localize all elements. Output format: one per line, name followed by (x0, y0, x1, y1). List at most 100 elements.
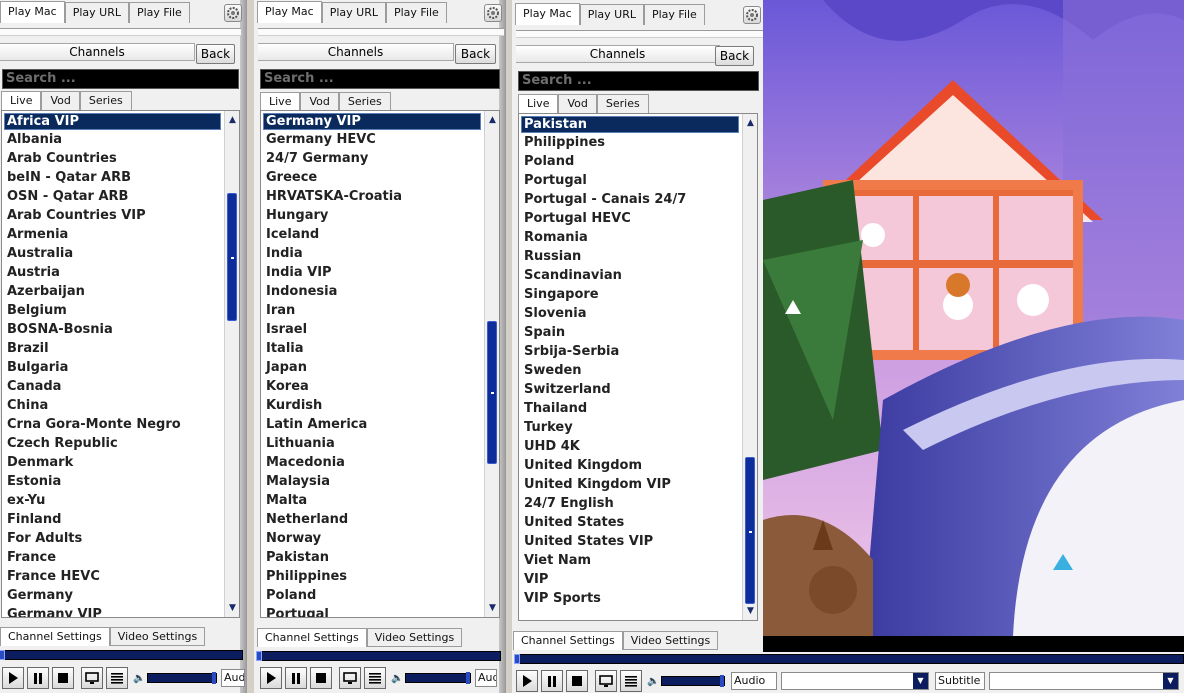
tab-vod[interactable]: Vod (41, 91, 80, 110)
channel-item[interactable]: Singapore (519, 285, 741, 304)
volume-slider[interactable] (405, 672, 471, 684)
scrollbar-thumb[interactable] (487, 321, 497, 464)
monitor-icon[interactable] (595, 670, 617, 692)
channel-item[interactable]: For Adults (2, 529, 223, 548)
tab-play-mac[interactable]: Play Mac (0, 1, 65, 23)
channel-item[interactable]: Bulgaria (2, 358, 223, 377)
pause-icon[interactable] (541, 670, 563, 692)
scrollbar[interactable]: ▲ ▼ (224, 111, 239, 617)
channel-item[interactable]: Turkey (519, 418, 741, 437)
channel-item[interactable]: Poland (519, 152, 741, 171)
scrollbar-thumb[interactable] (227, 193, 237, 322)
back-button[interactable]: Back (715, 46, 754, 66)
tab-channel-settings[interactable]: Channel Settings (0, 627, 110, 646)
channel-item[interactable]: Portugal HEVC (519, 209, 741, 228)
monitor-icon[interactable] (339, 667, 361, 689)
channel-item[interactable]: 24/7 English (519, 494, 741, 513)
volume-slider[interactable] (661, 675, 725, 687)
play-icon[interactable] (516, 670, 538, 692)
channel-item[interactable]: Thailand (519, 399, 741, 418)
channel-item[interactable]: Austria (2, 263, 223, 282)
tab-video-settings[interactable]: Video Settings (109, 627, 206, 646)
channel-item[interactable]: Albania (2, 130, 223, 149)
channel-item[interactable]: Poland (261, 586, 483, 605)
back-button[interactable]: Back (455, 44, 496, 64)
playlist-icon[interactable] (620, 670, 642, 692)
stop-icon[interactable] (310, 667, 332, 689)
channel-item[interactable]: Italia (261, 339, 483, 358)
speaker-icon[interactable]: 🔈 (133, 673, 145, 684)
scroll-up-icon[interactable]: ▲ (743, 116, 757, 130)
channel-item-selected[interactable]: Africa VIP (4, 113, 221, 130)
channel-item[interactable]: Sweden (519, 361, 741, 380)
monitor-icon[interactable] (81, 667, 103, 689)
stop-icon[interactable] (52, 667, 74, 689)
tab-channel-settings[interactable]: Channel Settings (257, 628, 367, 647)
channel-item[interactable]: China (2, 396, 223, 415)
channel-item[interactable]: Netherland (261, 510, 483, 529)
channel-item[interactable]: United Kingdom (519, 456, 741, 475)
gear-icon[interactable] (484, 4, 502, 22)
channel-item[interactable]: India VIP (261, 263, 483, 282)
channel-item[interactable]: VIP (519, 570, 741, 589)
stop-icon[interactable] (566, 670, 588, 692)
back-button[interactable]: Back (196, 44, 235, 64)
tab-play-file[interactable]: Play File (128, 2, 190, 23)
tab-play-file[interactable]: Play File (643, 4, 705, 25)
scrollbar-thumb[interactable] (745, 457, 755, 604)
channel-item[interactable]: United States VIP (519, 532, 741, 551)
channel-item[interactable]: Malaysia (261, 472, 483, 491)
tab-series[interactable]: Series (596, 94, 649, 113)
tab-play-url[interactable]: Play URL (321, 2, 386, 23)
channel-item[interactable]: Germany HEVC (261, 130, 483, 149)
channel-item[interactable]: Portugal (519, 171, 741, 190)
channel-item[interactable]: Scandinavian (519, 266, 741, 285)
channel-item[interactable]: Macedonia (261, 453, 483, 472)
speaker-icon[interactable]: 🔈 (647, 676, 659, 687)
tab-play-url[interactable]: Play URL (579, 4, 644, 25)
channel-item-selected[interactable]: Pakistan (521, 116, 739, 133)
channel-item[interactable]: Belgium (2, 301, 223, 320)
scrollbar[interactable]: ▲ ▼ (484, 111, 499, 617)
channel-item-selected[interactable]: Germany VIP (263, 113, 481, 130)
channel-item[interactable]: United States (519, 513, 741, 532)
channel-item[interactable]: HRVATSKA-Croatia (261, 187, 483, 206)
channel-item[interactable]: Australia (2, 244, 223, 263)
tab-vod[interactable]: Vod (300, 92, 339, 111)
channel-item[interactable]: Germany VIP (2, 605, 223, 617)
scrollbar[interactable]: ▲ ▼ (742, 114, 757, 620)
channel-item[interactable]: Lithuania (261, 434, 483, 453)
scroll-up-icon[interactable]: ▲ (485, 113, 499, 127)
scroll-down-icon[interactable]: ▼ (225, 601, 239, 615)
channel-item[interactable]: Romania (519, 228, 741, 247)
channel-item[interactable]: Korea (261, 377, 483, 396)
channel-item[interactable]: Russian (519, 247, 741, 266)
tab-video-settings[interactable]: Video Settings (622, 631, 719, 650)
channel-item[interactable]: Israel (261, 320, 483, 339)
search-input[interactable]: Search ... (518, 71, 759, 91)
channel-item[interactable]: Canada (2, 377, 223, 396)
tab-video-settings[interactable]: Video Settings (366, 628, 463, 647)
channel-item[interactable]: Portugal (261, 605, 483, 617)
channel-item[interactable]: Finland (2, 510, 223, 529)
channel-item[interactable]: ex-Yu (2, 491, 223, 510)
seek-bar[interactable] (514, 654, 1184, 664)
channel-item[interactable]: Malta (261, 491, 483, 510)
channel-item[interactable]: Viet Nam (519, 551, 741, 570)
channel-item[interactable]: Spain (519, 323, 741, 342)
channel-item[interactable]: United Kingdom VIP (519, 475, 741, 494)
channel-item[interactable]: Pakistan (261, 548, 483, 567)
channel-item[interactable]: Indonesia (261, 282, 483, 301)
channel-item[interactable]: Crna Gora-Monte Negro (2, 415, 223, 434)
channel-item[interactable]: BOSNA-Bosnia (2, 320, 223, 339)
channel-item[interactable]: India (261, 244, 483, 263)
channel-item[interactable]: Japan (261, 358, 483, 377)
seek-bar[interactable] (256, 651, 501, 661)
channel-item[interactable]: France HEVC (2, 567, 223, 586)
playlist-icon[interactable] (364, 667, 386, 689)
tab-vod[interactable]: Vod (558, 94, 597, 113)
tab-play-file[interactable]: Play File (385, 2, 447, 23)
tab-live[interactable]: Live (1, 91, 42, 110)
pause-icon[interactable] (27, 667, 49, 689)
scroll-down-icon[interactable]: ▼ (743, 604, 757, 618)
